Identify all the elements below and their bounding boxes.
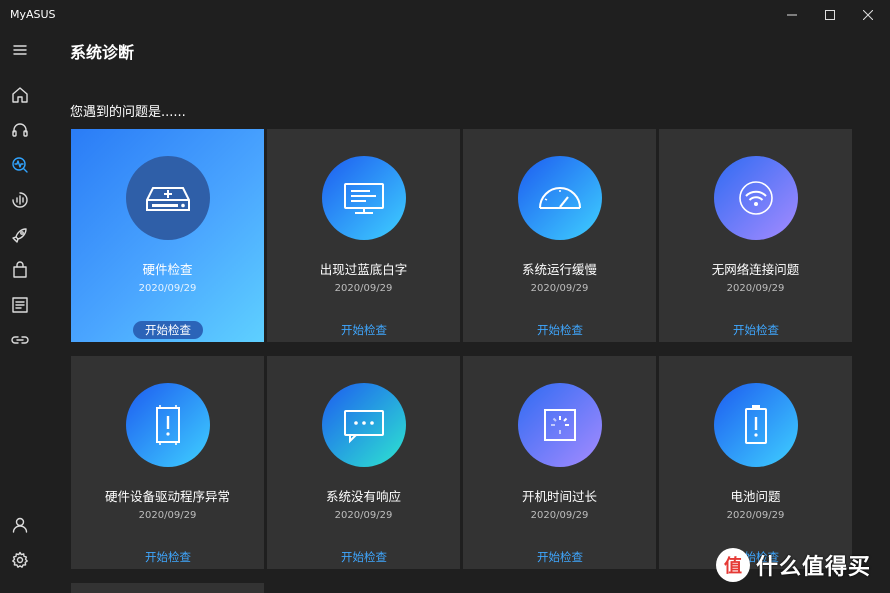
sidebar-item-link[interactable] (0, 323, 40, 357)
monitor-icon (322, 156, 406, 240)
chip-warning-icon (126, 383, 210, 467)
menu-icon (13, 45, 27, 55)
sidebar-item-diagnosis[interactable] (0, 148, 40, 182)
home-icon (12, 87, 28, 103)
card-slow-boot[interactable]: 开机时间过长 2020/09/29 开始检查 (463, 356, 656, 569)
title-bar: MyASUS (0, 0, 890, 30)
card-date: 2020/09/29 (138, 510, 197, 521)
card-battery[interactable]: 电池问题 2020/09/29 开始检查 (659, 356, 852, 569)
speedometer-icon (518, 156, 602, 240)
watermark-text: 什么值得买 (756, 555, 872, 580)
app-title: MyASUS (10, 8, 56, 21)
sidebar (0, 30, 40, 593)
headset-icon (12, 123, 28, 137)
card-title: 出现过蓝底白字 (319, 262, 408, 277)
shopping-bag-icon (13, 261, 27, 278)
card-blue-screen[interactable]: 出现过蓝底白字 2020/09/29 开始检查 (267, 129, 460, 342)
card-date: 2020/09/29 (726, 510, 785, 521)
start-check-button[interactable]: 开始检查 (721, 321, 791, 339)
watermark: 值 什么值得买 (716, 548, 871, 582)
main-content: 系统诊断 您遇到的问题是...... 硬件检查 2020/09/29 开始检查 (40, 30, 890, 593)
start-check-button[interactable]: 开始检查 (525, 321, 595, 339)
card-title: 系统没有响应 (325, 489, 401, 504)
card-date: 2020/09/29 (334, 510, 393, 521)
card-date: 2020/09/29 (138, 283, 197, 294)
card-driver-error[interactable]: 硬件设备驱动程序异常 2020/09/29 开始检查 (71, 356, 264, 569)
link-icon (11, 336, 29, 344)
close-button[interactable] (846, 0, 890, 30)
battery-warning-icon (714, 383, 798, 467)
sidebar-item-support[interactable] (0, 113, 40, 147)
card-system-slow[interactable]: 系统运行缓慢 2020/09/29 开始检查 (463, 129, 656, 342)
start-check-button[interactable]: 开始检查 (133, 321, 203, 339)
rocket-icon (12, 228, 27, 243)
card-date: 2020/09/29 (530, 510, 589, 521)
page-title: 系统诊断 (70, 43, 135, 62)
start-check-button[interactable]: 开始检查 (329, 321, 399, 339)
news-icon (12, 297, 28, 313)
wifi-icon (714, 156, 798, 240)
watermark-logo: 值 (716, 548, 750, 582)
sidebar-item-store[interactable] (0, 253, 40, 287)
start-check-button[interactable]: 开始检查 (133, 548, 203, 566)
user-icon (12, 517, 28, 533)
loading-icon (518, 383, 602, 467)
card-title: 电池问题 (730, 489, 781, 504)
sidebar-item-audio[interactable] (0, 183, 40, 217)
card-date: 2020/09/29 (530, 283, 589, 294)
card-partial (71, 583, 264, 593)
sidebar-item-optimize[interactable] (0, 218, 40, 252)
settings-icon (12, 551, 28, 568)
audio-wizard-icon (12, 192, 28, 208)
diagnosis-icon (12, 157, 28, 173)
sidebar-menu-button[interactable] (0, 33, 40, 67)
start-check-button[interactable]: 开始检查 (525, 548, 595, 566)
maximize-icon (825, 10, 835, 20)
question-heading: 您遇到的问题是...... (70, 105, 186, 120)
card-title: 系统运行缓慢 (521, 262, 597, 277)
card-title: 开机时间过长 (521, 489, 597, 504)
card-title: 硬件检查 (142, 262, 193, 277)
chat-bubble-icon (322, 383, 406, 467)
start-check-button[interactable]: 开始检查 (329, 548, 399, 566)
card-title: 无网络连接问题 (711, 262, 800, 277)
hard-drive-icon (126, 156, 210, 240)
minimize-icon (787, 14, 797, 16)
card-date: 2020/09/29 (726, 283, 785, 294)
close-icon (863, 10, 873, 20)
card-no-network[interactable]: 无网络连接问题 2020/09/29 开始检查 (659, 129, 852, 342)
sidebar-item-settings[interactable] (0, 543, 40, 577)
card-no-response[interactable]: 系统没有响应 2020/09/29 开始检查 (267, 356, 460, 569)
sidebar-item-news[interactable] (0, 288, 40, 322)
sidebar-item-home[interactable] (0, 78, 40, 112)
card-hardware-check[interactable]: 硬件检查 2020/09/29 开始检查 (71, 129, 264, 342)
card-date: 2020/09/29 (334, 283, 393, 294)
card-title: 硬件设备驱动程序异常 (104, 489, 230, 504)
sidebar-item-account[interactable] (0, 508, 40, 542)
